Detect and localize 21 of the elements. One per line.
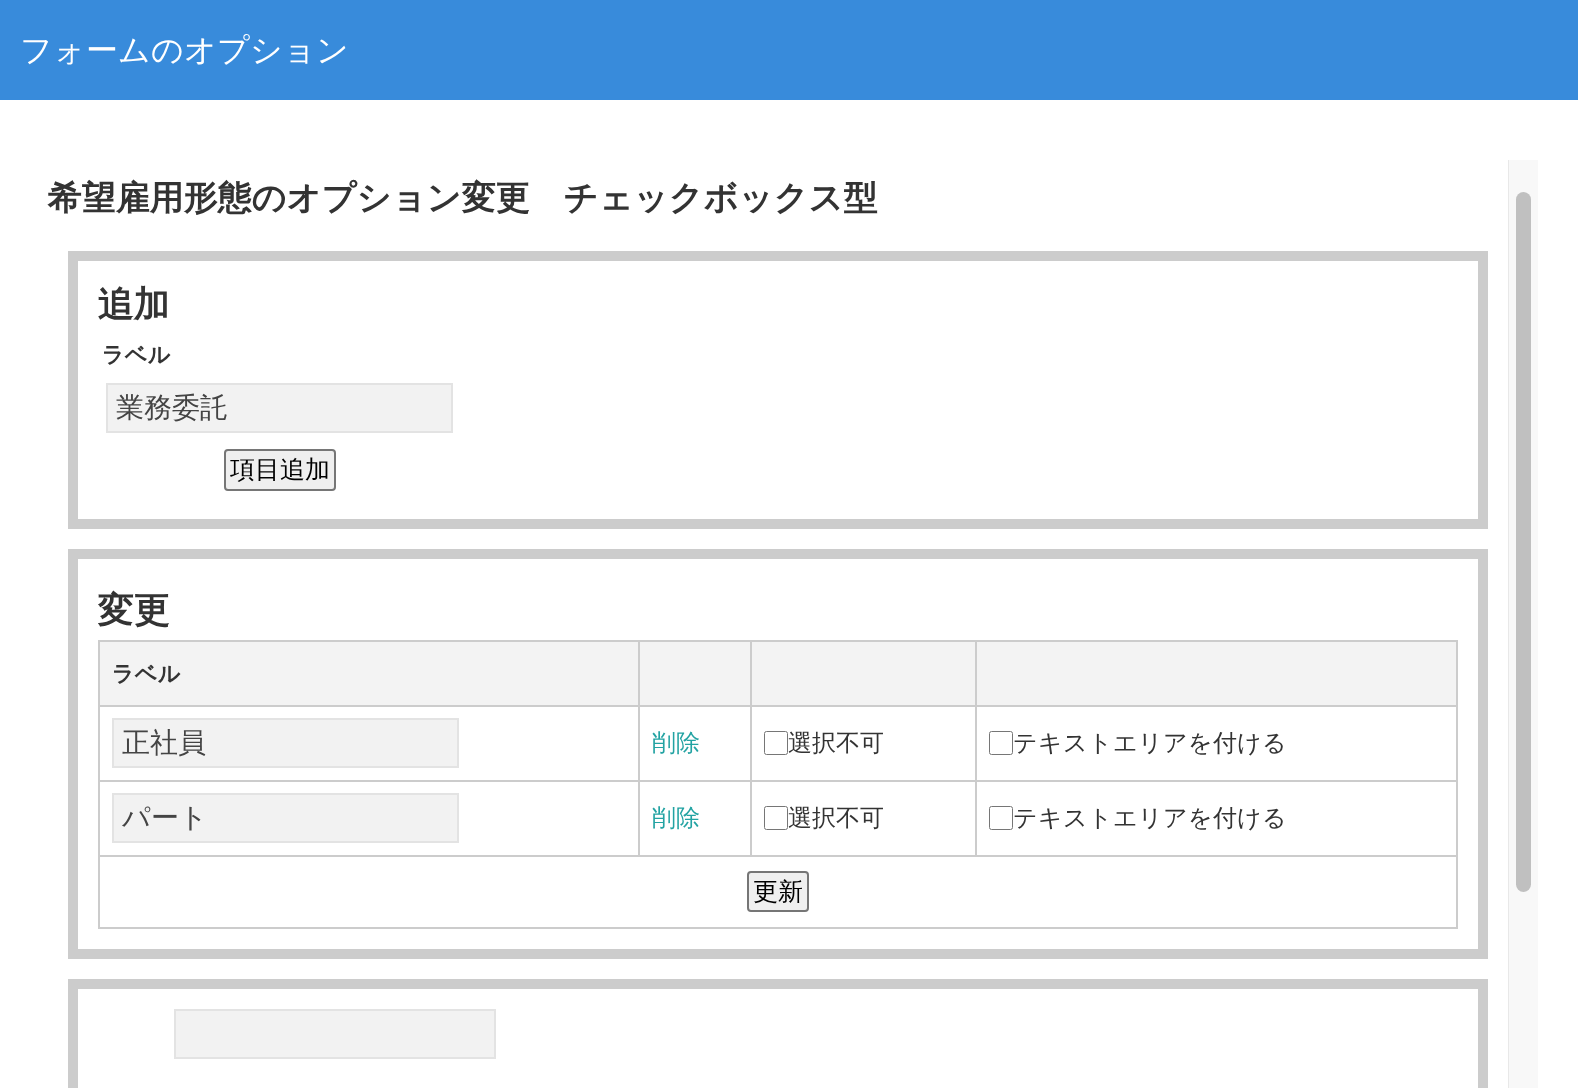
- checkbox-label: 選択不可: [788, 728, 884, 759]
- column-header: ラベル: [112, 660, 181, 686]
- checkbox-label: テキストエリアを付ける: [1013, 803, 1287, 834]
- checkbox-label: テキストエリアを付ける: [1013, 728, 1287, 759]
- field-label: ラベル: [102, 341, 172, 369]
- update-button[interactable]: 更新: [747, 870, 809, 913]
- section-heading: 追加: [98, 282, 171, 326]
- label-input-field[interactable]: 正社員: [112, 718, 459, 768]
- page-title: 希望雇用形態のオプション変更 チェックボックス型: [48, 176, 879, 219]
- input-field[interactable]: [174, 1008, 496, 1059]
- header-title: フォームのオプション: [20, 30, 349, 71]
- checkbox[interactable]: [764, 731, 788, 755]
- add-item-button[interactable]: 項目追加: [224, 449, 336, 491]
- section-heading: 変更: [98, 587, 171, 632]
- checkbox[interactable]: [989, 806, 1013, 830]
- checkbox[interactable]: [764, 806, 788, 830]
- label-input-field[interactable]: パート: [112, 793, 459, 843]
- checkbox[interactable]: [989, 731, 1013, 755]
- label-input-field[interactable]: 業務委託: [106, 383, 453, 433]
- checkbox-label: 選択不可: [788, 803, 884, 834]
- scrollbar[interactable]: [1508, 160, 1538, 1088]
